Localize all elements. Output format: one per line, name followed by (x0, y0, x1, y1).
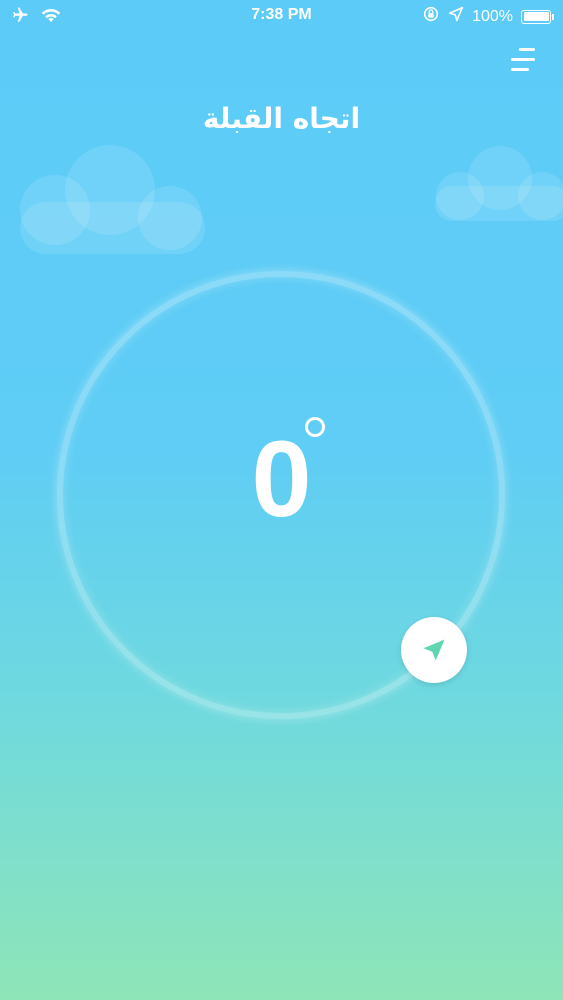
cloud-right-icon (435, 146, 563, 221)
page-title: اتجاه القبلة (202, 102, 361, 135)
rotation-lock-icon (422, 5, 440, 28)
navigation-arrow-icon (423, 639, 445, 661)
battery-tip (551, 13, 554, 20)
battery-percent: 100% (472, 7, 513, 25)
battery-icon (521, 9, 554, 24)
status-right: 100% (422, 5, 554, 28)
status-bar: 7:38 PM 100% (0, 0, 563, 32)
battery-fill (523, 12, 549, 21)
menu-icon (511, 48, 535, 71)
location-arrow-icon (448, 6, 464, 27)
locate-button[interactable] (401, 617, 467, 683)
degree-circle-icon (305, 417, 325, 437)
cloud-left-icon (20, 145, 205, 254)
menu-button[interactable] (507, 44, 539, 76)
degree-value: 0 (251, 418, 312, 539)
